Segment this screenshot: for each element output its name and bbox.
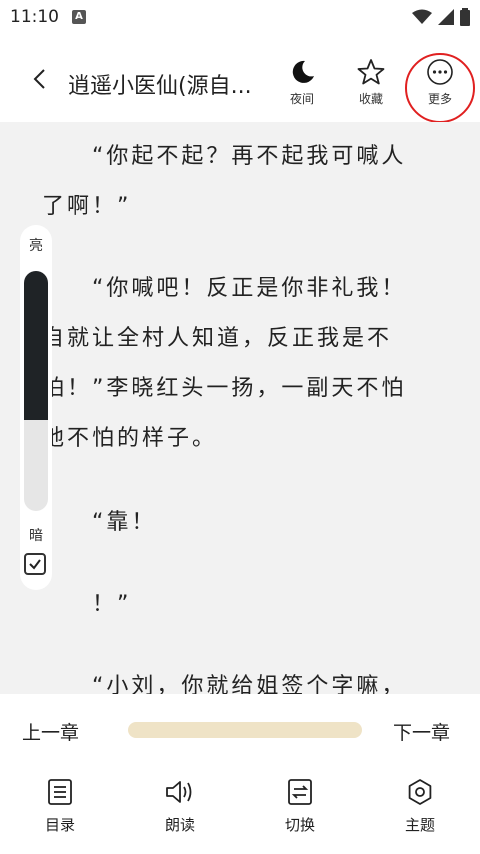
star-icon (357, 59, 385, 85)
content-line: “你起不起？再不起我可喊人 (92, 144, 407, 169)
content-line: “你喊吧！反正是你非礼我！ (92, 276, 407, 301)
content-line: 怕！”李晓红头一扬，一副天不怕 (42, 376, 407, 401)
more-icon (427, 59, 453, 85)
signal-icon (438, 9, 454, 25)
reader-header: 逍遥小医仙(源自... 夜间 收藏 更多 (0, 34, 480, 123)
next-chapter-button[interactable]: 下一章 (393, 718, 450, 745)
reading-content[interactable]: “你起不起？再不起我可喊人 了啊！” “你喊吧！反正是你非礼我！ 自就让全村人知… (0, 122, 480, 694)
notification-icon: A (72, 10, 86, 24)
switch-icon (288, 779, 312, 805)
wifi-icon (412, 9, 432, 24)
status-time: 11:10 (10, 7, 59, 27)
collect-label: 收藏 (358, 92, 383, 106)
content-line: “小刘，你就给姐签个字嘛， (92, 674, 407, 694)
theme-icon (408, 779, 432, 805)
content-line: 了啊！” (42, 194, 132, 219)
bottom-toolbar: 目录 朗读 切换 主题 (0, 764, 480, 854)
list-icon (48, 779, 72, 805)
brightness-low-label: 暗 (29, 528, 43, 544)
toolbar-switch-label: 切换 (284, 816, 315, 834)
status-icons (412, 8, 470, 26)
chevron-left-icon (33, 69, 45, 89)
speaker-icon (166, 781, 192, 803)
book-title: 逍遥小医仙(源自... (68, 74, 252, 99)
content-line: 自就让全村人知道，反正我是不 (42, 326, 393, 351)
brightness-high-label: 亮 (29, 238, 43, 254)
chapter-navigation: 上一章 下一章 (0, 694, 480, 764)
toolbar-catalog-label: 目录 (44, 816, 75, 834)
moon-icon (292, 60, 314, 83)
check-icon (29, 559, 41, 570)
more-button[interactable]: 更多 (412, 58, 468, 107)
toolbar-theme-label: 主题 (404, 816, 435, 834)
content-line: ！” (92, 592, 132, 617)
toolbar-catalog[interactable]: 目录 (20, 778, 100, 835)
brightness-slider[interactable] (24, 271, 48, 511)
collect-button[interactable]: 收藏 (343, 58, 399, 107)
night-mode-label: 夜间 (289, 92, 314, 106)
toolbar-read-aloud-label: 朗读 (164, 816, 195, 834)
more-label: 更多 (427, 92, 452, 106)
content-line: “靠！ (92, 510, 157, 535)
toolbar-theme[interactable]: 主题 (380, 778, 460, 835)
chapter-progress-slider[interactable] (128, 722, 362, 738)
content-line: 地不怕的样子。 (42, 426, 218, 451)
battery-icon (460, 8, 470, 26)
brightness-auto-checkbox[interactable] (24, 553, 46, 575)
prev-chapter-button[interactable]: 上一章 (22, 718, 79, 745)
brightness-slider-fill (24, 271, 48, 420)
back-button[interactable] (26, 64, 56, 94)
brightness-panel: 亮 暗 (20, 225, 52, 590)
night-mode-button[interactable]: 夜间 (274, 58, 330, 107)
toolbar-switch[interactable]: 切换 (260, 778, 340, 835)
toolbar-read-aloud[interactable]: 朗读 (140, 778, 220, 835)
status-bar: 11:10 A (0, 0, 480, 34)
